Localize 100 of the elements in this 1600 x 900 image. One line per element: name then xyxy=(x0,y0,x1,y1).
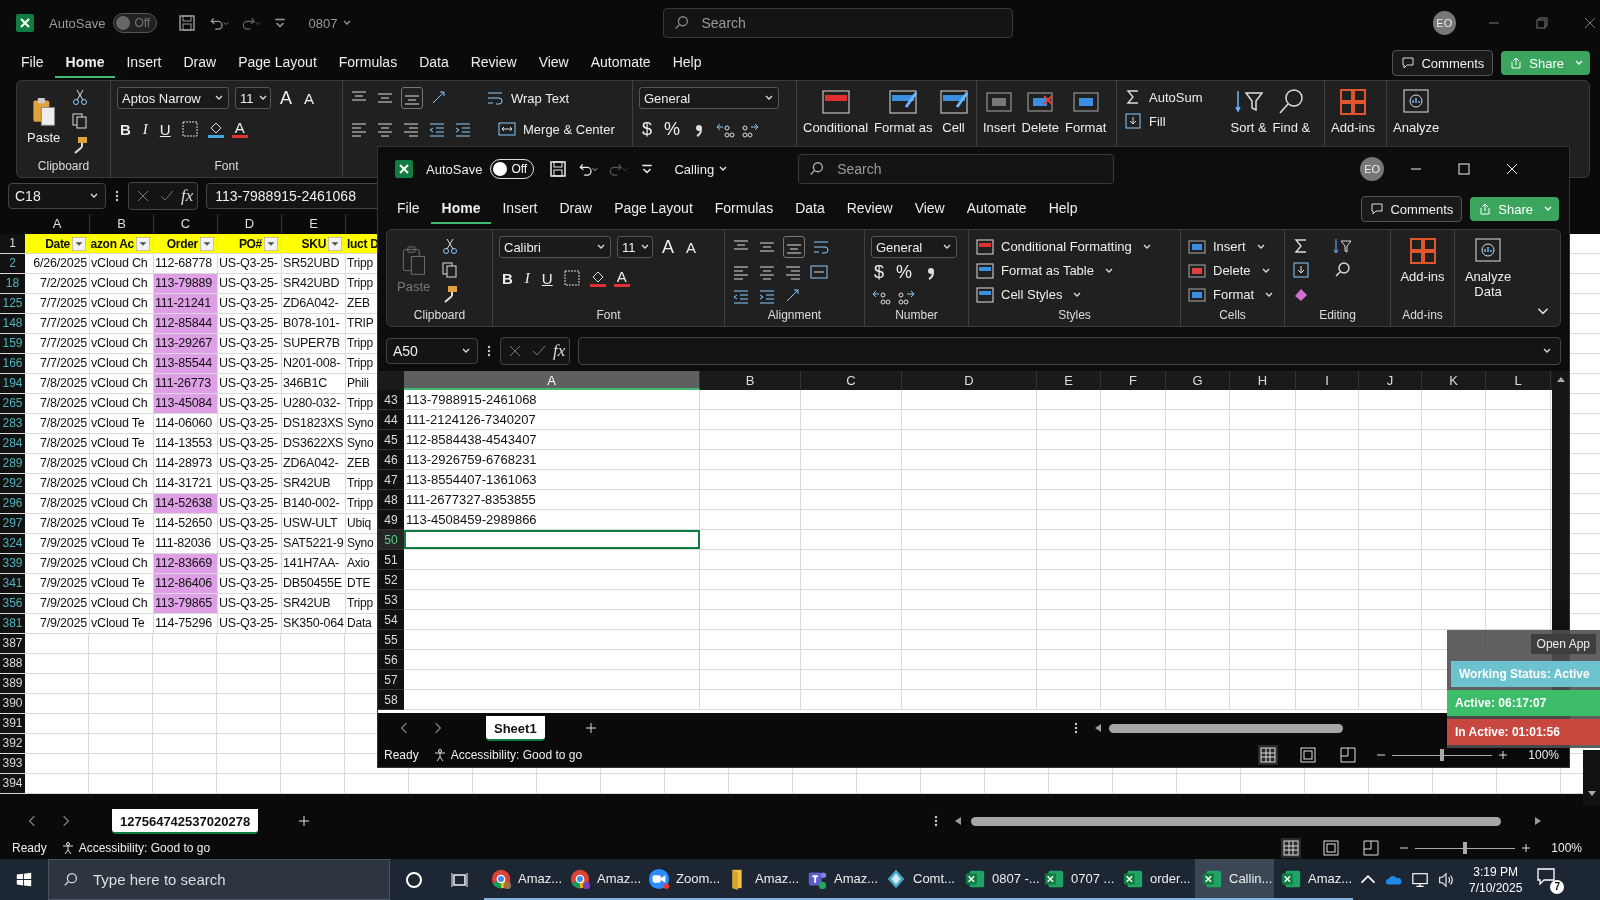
add-sheet-icon[interactable] xyxy=(584,722,597,734)
find-select-button[interactable]: Find & xyxy=(1272,87,1311,135)
row-number[interactable]: 284 xyxy=(0,434,25,453)
underline-button[interactable]: U xyxy=(156,120,174,138)
page-layout-icon[interactable] xyxy=(1321,837,1342,858)
align-bottom-icon[interactable] xyxy=(783,236,805,258)
more-icon[interactable] xyxy=(486,343,492,359)
menu-tab[interactable]: Review xyxy=(459,48,528,78)
row-number[interactable]: 48 xyxy=(378,490,404,510)
zoom-slider[interactable] xyxy=(1392,748,1493,762)
row-number[interactable]: 43 xyxy=(378,390,404,410)
filter-button[interactable] xyxy=(328,236,342,251)
row-number[interactable]: 1 xyxy=(0,234,25,253)
styles-button[interactable]: Format as xyxy=(874,87,933,135)
column-header[interactable]: A xyxy=(404,371,700,390)
row-number[interactable]: 388 xyxy=(0,654,25,673)
scroll-up-icon[interactable] xyxy=(1555,375,1566,385)
fill-button[interactable]: Fill xyxy=(1123,111,1166,131)
row-number[interactable]: 283 xyxy=(0,414,25,433)
styles-button[interactable]: Format as Table xyxy=(975,260,1114,281)
normal-view-icon[interactable] xyxy=(1281,837,1302,858)
styles-button[interactable]: Conditional xyxy=(803,87,869,135)
name-box[interactable]: C18 xyxy=(8,183,106,209)
taskbar-app[interactable]: Comt... xyxy=(879,859,958,900)
styles-button[interactable]: Cell xyxy=(938,87,969,135)
cells-button[interactable]: Insert xyxy=(1187,236,1266,257)
save-icon[interactable] xyxy=(548,159,569,179)
wrap-text-button[interactable]: Wrap Text xyxy=(485,88,570,108)
taskbar-app[interactable]: 0807 -... xyxy=(958,859,1037,900)
add-ins-button[interactable]: Add-ins xyxy=(1331,87,1376,135)
menu-tab[interactable]: Draw xyxy=(172,48,228,78)
customize-icon[interactable] xyxy=(640,162,655,176)
font-name-dropdown[interactable]: Calibri xyxy=(499,236,611,258)
row-number[interactable]: 46 xyxy=(378,450,404,470)
search-field[interactable]: Search xyxy=(662,8,1013,38)
grow-font-button[interactable]: A xyxy=(277,87,295,109)
menu-tab[interactable]: Formulas xyxy=(327,48,409,78)
row-number[interactable]: 394 xyxy=(0,774,25,793)
row-number[interactable]: 47 xyxy=(378,470,404,490)
underline-button[interactable]: U xyxy=(538,269,556,287)
more-icon[interactable] xyxy=(114,188,120,204)
row-number[interactable]: 393 xyxy=(0,754,25,773)
clock-date[interactable]: 7/10/2025 xyxy=(1469,879,1523,896)
italic-button[interactable]: I xyxy=(521,269,533,287)
menu-tab[interactable]: Help xyxy=(661,48,713,78)
open-app-button[interactable]: Open App xyxy=(1530,634,1596,654)
menu-tab[interactable]: Draw xyxy=(548,194,604,224)
autosave-toggle[interactable]: Off xyxy=(490,159,535,179)
taskbar-app[interactable]: Amaz... xyxy=(563,859,642,900)
save-icon[interactable] xyxy=(176,13,197,33)
menu-tab[interactable]: File xyxy=(386,194,431,224)
menu-tab[interactable]: Automate xyxy=(579,48,662,78)
row-number[interactable]: 53 xyxy=(378,590,404,610)
row-number[interactable]: 339 xyxy=(0,554,25,573)
row-number[interactable]: 45 xyxy=(378,430,404,450)
file-name[interactable]: 0807 xyxy=(308,15,352,31)
fill-down-icon[interactable] xyxy=(1291,260,1311,280)
avatar[interactable]: EO xyxy=(1432,11,1456,35)
bold-button[interactable]: B xyxy=(117,120,134,138)
menu-tab[interactable]: Insert xyxy=(115,48,173,78)
paste-button[interactable]: Paste xyxy=(23,97,65,145)
cells-button[interactable]: Delete xyxy=(1187,260,1271,281)
cells-button[interactable]: Delete xyxy=(1021,87,1060,135)
row-number[interactable]: 56 xyxy=(378,650,404,670)
scroll-thumb[interactable] xyxy=(1108,723,1343,733)
insert-function-button[interactable]: fx xyxy=(553,341,566,361)
bold-button[interactable]: B xyxy=(499,269,516,287)
filter-button[interactable] xyxy=(200,236,214,251)
filter-button[interactable] xyxy=(136,236,150,251)
currency-button[interactable]: $ xyxy=(639,119,655,140)
insert-function-button[interactable]: fx xyxy=(181,186,194,206)
menu-tab[interactable]: Home xyxy=(430,194,492,224)
sort-filter-button[interactable]: Sort & xyxy=(1230,87,1267,135)
row-number[interactable]: 125 xyxy=(0,294,25,313)
search-field[interactable]: Search xyxy=(798,154,1115,184)
next-sheet-icon[interactable] xyxy=(432,722,444,734)
menu-tab[interactable]: Formulas xyxy=(703,194,785,224)
currency-button[interactable]: $ xyxy=(871,262,887,283)
cells-button[interactable]: Insert xyxy=(983,87,1016,135)
row-number[interactable]: 50 xyxy=(378,530,404,550)
taskbar-app[interactable]: Amaz... xyxy=(800,859,879,900)
font-size-dropdown[interactable]: 11 xyxy=(617,236,653,258)
menu-tab[interactable]: Automate xyxy=(955,194,1038,224)
scroll-down-icon[interactable] xyxy=(1586,788,1597,798)
analyze-data-button[interactable]: Analyze xyxy=(1393,87,1440,135)
accessibility-status[interactable]: Accessibility: Good to go xyxy=(432,748,583,762)
row-number[interactable]: 2 xyxy=(0,254,25,273)
row-number[interactable]: 292 xyxy=(0,474,25,493)
autosum-button[interactable]: AutoSum xyxy=(1123,87,1203,107)
sheet-tab[interactable]: 127564742537020278 xyxy=(112,808,259,834)
row-number[interactable]: 387 xyxy=(0,634,25,653)
avatar[interactable]: EO xyxy=(1360,157,1385,181)
menu-tab[interactable]: Home xyxy=(54,48,116,78)
taskbar-app[interactable]: Amaz... xyxy=(721,859,800,900)
cells-button[interactable]: Format xyxy=(1065,87,1107,135)
taskbar-search-field[interactable]: Type here to search xyxy=(48,859,390,900)
previous-sheet-icon[interactable] xyxy=(26,815,38,827)
row-number[interactable]: 52 xyxy=(378,570,404,590)
menu-tab[interactable]: File xyxy=(10,48,55,78)
number-format-dropdown[interactable]: General xyxy=(639,87,779,109)
